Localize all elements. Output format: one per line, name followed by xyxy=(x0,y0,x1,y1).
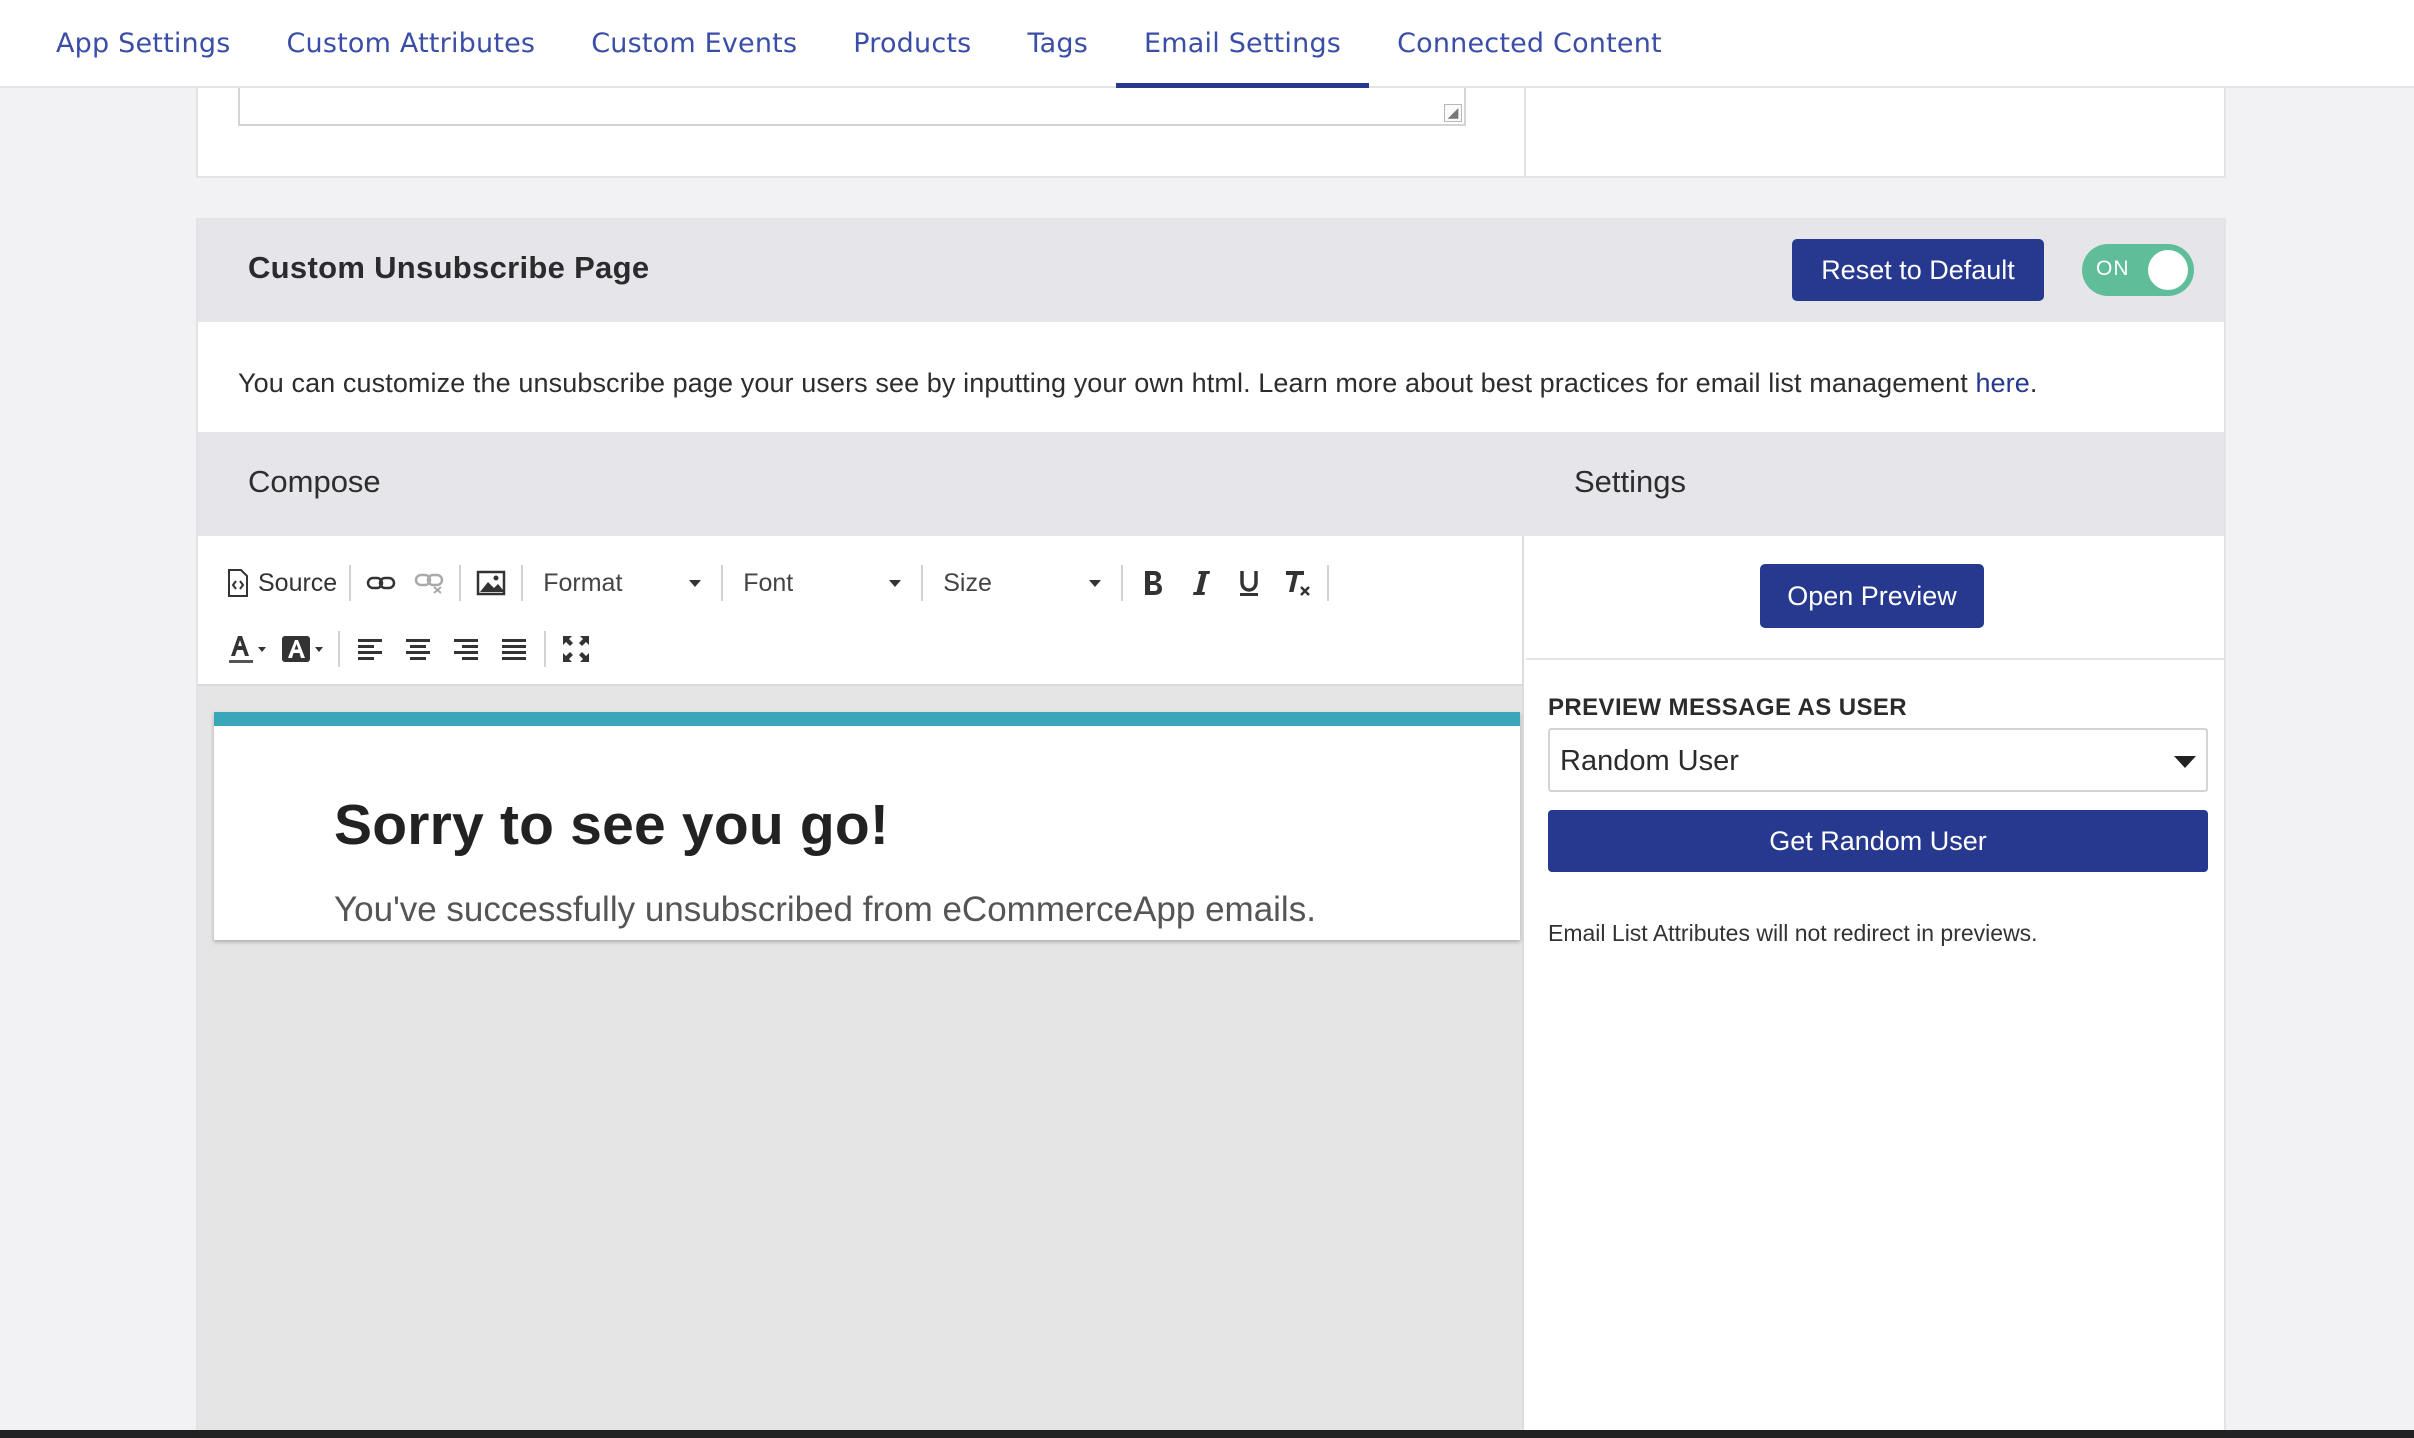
resize-handle-icon[interactable]: ◢ xyxy=(1444,104,1462,122)
justify-icon xyxy=(500,637,528,661)
align-center-icon xyxy=(404,637,432,661)
unlink-icon xyxy=(414,572,444,594)
source-icon xyxy=(226,569,250,597)
toolbar-separator xyxy=(349,565,352,601)
chevron-down-icon xyxy=(2174,756,2196,768)
chevron-down-icon xyxy=(889,579,902,587)
compose-title: Compose xyxy=(248,464,381,499)
size-label: Size xyxy=(943,568,992,597)
get-random-user-button[interactable]: Get Random User xyxy=(1548,810,2208,872)
italic-icon xyxy=(1190,569,1212,597)
size-dropdown[interactable]: Size xyxy=(929,559,1115,607)
tab-email-settings[interactable]: Email Settings xyxy=(1116,0,1370,88)
chevron-down-icon xyxy=(1089,579,1102,587)
unsubscribe-page-toggle[interactable]: ON xyxy=(2082,244,2194,296)
toggle-knob xyxy=(2148,250,2188,290)
description-period: . xyxy=(2029,368,2038,398)
toolbar-separator xyxy=(544,631,546,667)
link-button[interactable] xyxy=(357,559,405,607)
toggle-state-label: ON xyxy=(2096,257,2130,280)
remove-format-icon xyxy=(1282,568,1312,598)
window-bottom-edge xyxy=(0,1430,2414,1438)
source-button[interactable]: Source xyxy=(220,559,343,607)
image-button[interactable] xyxy=(467,559,515,607)
tab-custom-events[interactable]: Custom Events xyxy=(563,0,825,86)
tab-tags[interactable]: Tags xyxy=(999,0,1116,86)
toolbar-separator xyxy=(521,565,524,601)
toolbar-separator xyxy=(921,565,924,601)
editor-preview-canvas[interactable]: Sorry to see you go! You've successfully… xyxy=(214,712,1520,940)
toolbar-separator xyxy=(1121,565,1124,601)
previous-section-card: ◢ xyxy=(196,88,2226,178)
compose-settings-header: Compose Settings xyxy=(198,432,2224,536)
underline-button[interactable] xyxy=(1225,559,1273,607)
tab-app-settings[interactable]: App Settings xyxy=(28,0,258,86)
background-color-button[interactable] xyxy=(274,625,332,673)
toolbar-separator xyxy=(338,631,340,667)
settings-tab-bar: App Settings Custom Attributes Custom Ev… xyxy=(0,0,2414,88)
align-right-icon xyxy=(452,637,480,661)
unsubscribe-body-text: You've successfully unsubscribed from eC… xyxy=(334,890,1316,929)
align-left-icon xyxy=(356,637,384,661)
reset-to-default-button[interactable]: Reset to Default xyxy=(1792,239,2044,301)
text-color-button[interactable] xyxy=(220,625,274,673)
chevron-down-icon xyxy=(689,579,702,587)
align-center-button[interactable] xyxy=(394,625,442,673)
preview-note: Email List Attributes will not redirect … xyxy=(1548,920,2038,946)
format-label: Format xyxy=(543,568,623,597)
remove-format-button[interactable] xyxy=(1273,559,1321,607)
toolbar-separator xyxy=(1327,565,1330,601)
font-label: Font xyxy=(743,568,794,597)
open-preview-section: Open Preview xyxy=(1526,536,2224,660)
bold-button[interactable] xyxy=(1129,559,1177,607)
align-right-button[interactable] xyxy=(442,625,490,673)
settings-panel: Open Preview PREVIEW MESSAGE AS USER Ran… xyxy=(1526,536,2224,1438)
tab-custom-attributes[interactable]: Custom Attributes xyxy=(258,0,563,86)
background-color-icon xyxy=(280,632,326,666)
maximize-button[interactable] xyxy=(552,625,600,673)
html-editor: Source Format Font Size Sorry to see you… xyxy=(198,536,1524,1438)
selected-user-value: Random User xyxy=(1560,745,1739,777)
bold-icon xyxy=(1141,569,1165,597)
unsubscribe-heading: Sorry to see you go! xyxy=(334,793,890,857)
toolbar-row-2 xyxy=(220,622,600,676)
card-header: Custom Unsubscribe Page Reset to Default… xyxy=(198,220,2224,322)
justify-button[interactable] xyxy=(490,625,538,673)
text-color-icon xyxy=(226,632,268,666)
format-dropdown[interactable]: Format xyxy=(529,559,715,607)
preview-user-select[interactable]: Random User xyxy=(1548,728,2208,792)
toolbar-separator xyxy=(459,565,462,601)
link-icon xyxy=(366,574,396,592)
italic-button[interactable] xyxy=(1177,559,1225,607)
toolbar-separator xyxy=(721,565,724,601)
column-divider xyxy=(1524,88,1526,176)
font-dropdown[interactable]: Font xyxy=(729,559,915,607)
maximize-icon xyxy=(561,634,591,664)
description-body: You can customize the unsubscribe page y… xyxy=(238,368,1976,398)
previous-textarea[interactable]: ◢ xyxy=(238,88,1466,126)
tab-products[interactable]: Products xyxy=(825,0,999,86)
source-label: Source xyxy=(258,568,338,597)
align-left-button[interactable] xyxy=(346,625,394,673)
underline-icon xyxy=(1237,569,1261,597)
toolbar-row-1: Source Format Font Size xyxy=(220,556,1335,610)
tab-connected-content[interactable]: Connected Content xyxy=(1369,0,1690,86)
card-title: Custom Unsubscribe Page xyxy=(248,250,650,285)
settings-title: Settings xyxy=(1574,464,1687,499)
email-accent-bar xyxy=(214,712,1520,726)
preview-as-user-label: PREVIEW MESSAGE AS USER xyxy=(1548,694,1908,721)
image-icon xyxy=(476,570,506,596)
open-preview-button[interactable]: Open Preview xyxy=(1760,564,1984,628)
learn-more-link[interactable]: here xyxy=(1975,368,2029,398)
custom-unsubscribe-card: Custom Unsubscribe Page Reset to Default… xyxy=(196,218,2226,1438)
editor-toolbar: Source Format Font Size xyxy=(198,536,1522,686)
unlink-button[interactable] xyxy=(405,559,453,607)
description-text: You can customize the unsubscribe page y… xyxy=(238,368,2038,399)
